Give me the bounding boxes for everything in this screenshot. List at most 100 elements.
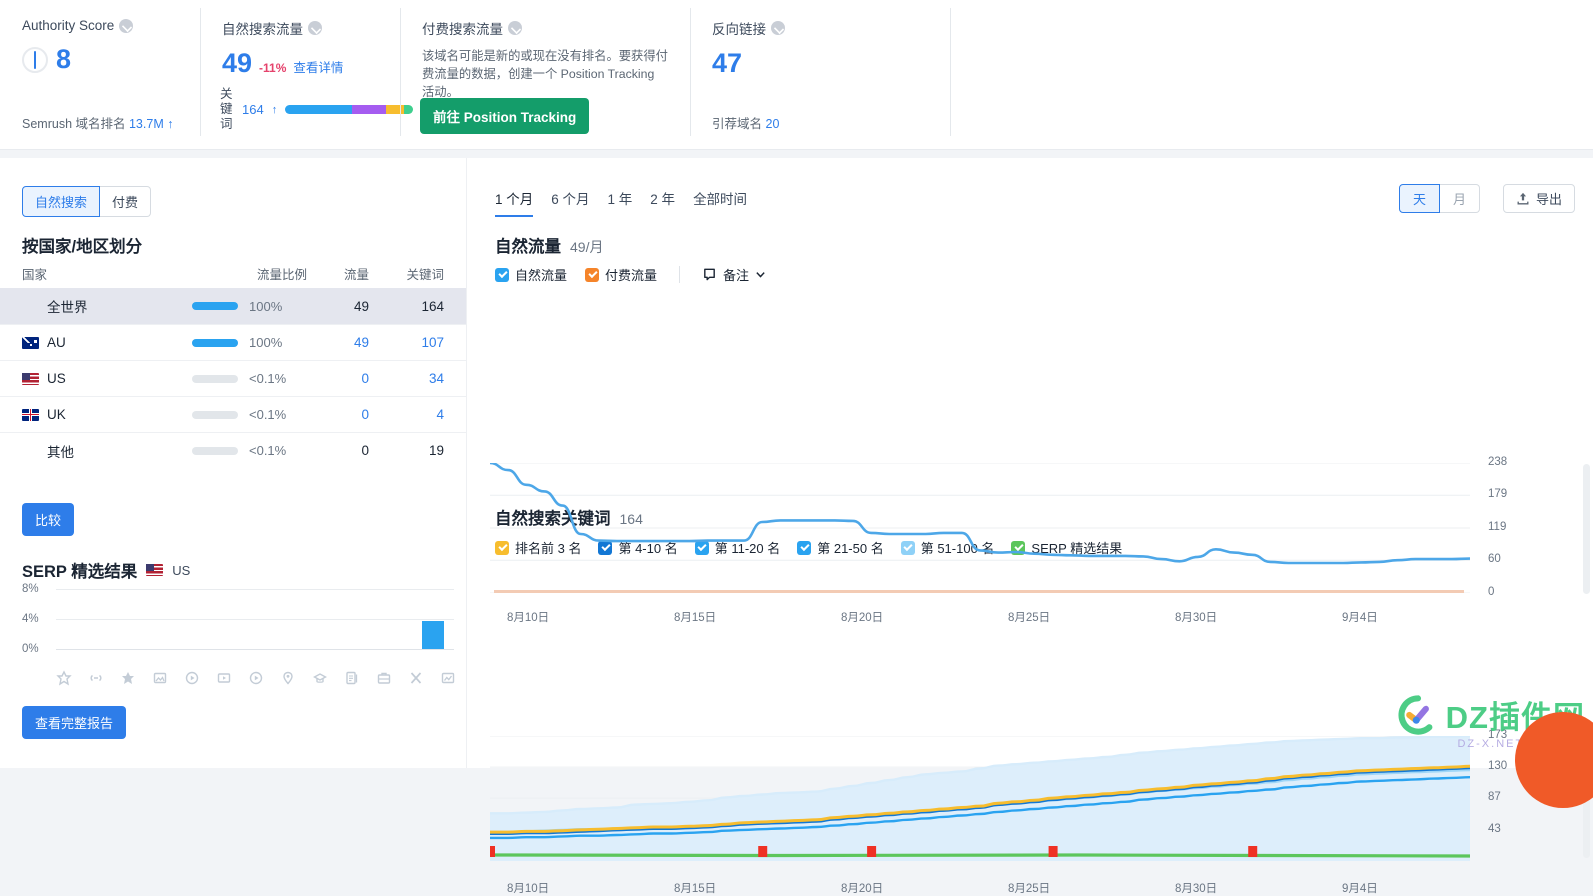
y-tick-label: 60 — [1488, 553, 1501, 566]
period-tab-3[interactable]: 2 年 — [650, 188, 675, 217]
period-tab-2[interactable]: 1 年 — [608, 188, 633, 217]
serp-features-title-row: SERP 精选结果 US — [22, 558, 190, 582]
chart1-scrollbar[interactable] — [1583, 464, 1590, 594]
note-marker[interactable] — [758, 846, 768, 857]
y-tick-label: 173 — [1488, 729, 1508, 741]
serp-feature-icons — [56, 670, 456, 686]
legend-item-1[interactable]: 付费流量 — [585, 265, 657, 284]
period-tab-0[interactable]: 1 个月 — [495, 188, 534, 217]
info-icon[interactable] — [508, 21, 522, 35]
organic-details-link[interactable]: 查看详情 — [293, 57, 343, 76]
col-header-traffic: 流量 — [343, 267, 369, 282]
y-tick-label: 43 — [1488, 822, 1501, 835]
reviews-icon[interactable] — [120, 670, 136, 686]
sitelink-icon[interactable] — [88, 670, 104, 686]
backlinks-value-row: 47 — [712, 50, 930, 77]
period-tabs[interactable]: 1 个月 6 个月 1 年 2 年全部时间 — [495, 188, 747, 217]
row-traffic: 0 — [361, 371, 369, 386]
knowledge-panel-icon[interactable] — [312, 670, 328, 686]
y-tick-label: 87 — [1488, 791, 1501, 804]
paid-traffic-title: 付费搜索流量 — [422, 18, 670, 38]
legend-checkbox[interactable] — [585, 267, 600, 282]
search-type-segmented-control[interactable]: 自然搜索 付费 — [22, 186, 152, 217]
note-marker[interactable] — [867, 846, 877, 857]
table-row[interactable]: 其他 <0.1% 0 19 — [0, 432, 466, 468]
organic-traffic-legend[interactable]: 自然流量 付费流量 备注 — [495, 265, 766, 284]
local-pack-icon[interactable] — [280, 670, 296, 686]
row-country: US — [22, 371, 192, 386]
serp-feature-bar[interactable] — [422, 621, 444, 649]
note-marker[interactable] — [486, 846, 495, 857]
us-flag-icon — [22, 372, 39, 385]
row-traffic: 49 — [353, 298, 369, 314]
semrush-rank-footer: Semrush 域名排名 13.7M ↑ — [22, 113, 173, 132]
featured-video-icon[interactable] — [248, 670, 264, 686]
info-icon[interactable] — [119, 18, 134, 33]
jobs-icon[interactable] — [376, 670, 392, 686]
legend-item-0[interactable]: 自然流量 — [495, 265, 567, 284]
row-country: AU — [22, 335, 192, 350]
granularity-option-1[interactable]: 月 — [1439, 184, 1480, 213]
image-pack-icon[interactable] — [152, 670, 168, 686]
granularity-option-0[interactable]: 天 — [1398, 184, 1440, 213]
faq-icon[interactable] — [344, 670, 360, 686]
organic-traffic-title: 自然搜索流量 — [222, 18, 380, 38]
metric-panel-spacer — [950, 0, 1593, 150]
x-tick-label: 8月25日 — [1008, 612, 1051, 624]
y-tick-label: 179 — [1488, 488, 1508, 501]
organic-traffic-label: 自然搜索流量 — [222, 22, 303, 37]
serp-feature-line — [489, 853, 1471, 858]
row-country-label: AU — [47, 335, 66, 350]
row-share: <0.1% — [192, 443, 307, 458]
row-country: 全世界 — [22, 296, 192, 316]
instant-answer-icon[interactable] — [440, 670, 456, 686]
featured-snippet-icon[interactable] — [56, 670, 72, 686]
legend-checkbox[interactable] — [495, 267, 509, 282]
referring-domains-footer: 引荐域名 20 — [712, 113, 779, 132]
table-row[interactable]: 全世界 100% 49 164 — [0, 288, 466, 324]
keyword-bar-segment-1 — [351, 105, 387, 114]
video-icon[interactable] — [184, 670, 200, 686]
serp-country-label: US — [172, 562, 191, 578]
full-report-button[interactable]: 查看完整报告 — [22, 706, 127, 739]
serp-features-title: SERP 精选结果 — [22, 563, 138, 581]
semrush-rank-value: 13.7M — [128, 117, 164, 131]
y-tick-label: 238 — [1488, 456, 1508, 468]
paid-traffic-description: 该域名可能是新的或现在没有排名。要获得付费流量的数据，创建一个 Position… — [422, 49, 668, 100]
note-marker[interactable] — [1048, 846, 1058, 857]
info-icon[interactable] — [308, 21, 322, 35]
compare-button[interactable]: 比较 — [22, 503, 75, 536]
legend-label: 付费流量 — [605, 268, 658, 283]
search-type-option-1[interactable]: 付费 — [100, 186, 152, 217]
note-marker[interactable] — [1248, 846, 1258, 857]
row-share-text: 100% — [249, 335, 283, 350]
keyword-bar-segment-0 — [285, 105, 352, 114]
country-table: 国家 流量比例 流量 关键词 全世界 100% 49 164 AU 100% 49 107 US… — [0, 258, 466, 468]
serp-ytick-8: 8% — [22, 583, 39, 595]
search-type-option-0[interactable]: 自然搜索 — [22, 186, 101, 217]
row-share: <0.1% — [192, 371, 307, 386]
col-header-keywords: 关键词 — [406, 267, 444, 282]
table-row[interactable]: UK <0.1% 0 4 — [0, 396, 466, 432]
row-keywords: 19 — [428, 443, 444, 458]
organic-traffic-value-row: 49 -11% 查看详情 — [222, 50, 380, 77]
table-row[interactable]: US <0.1% 0 34 — [0, 360, 466, 396]
export-button[interactable]: 导出 — [1502, 184, 1575, 213]
twitter-x-icon[interactable] — [408, 670, 424, 686]
chevron-down-icon — [756, 272, 765, 278]
position-tracking-button[interactable]: 前往 Position Tracking — [420, 98, 590, 134]
export-label: 导出 — [1535, 192, 1562, 207]
table-row[interactable]: AU 100% 49 107 — [0, 324, 466, 360]
row-traffic: 49 — [353, 335, 369, 350]
authority-score-title: Authority Score — [22, 18, 180, 33]
top-metrics-panel: Authority Score 8 Semrush 域名排名 13.7M ↑ 自… — [0, 0, 1593, 150]
info-icon[interactable] — [771, 21, 785, 35]
notes-dropdown[interactable]: 备注 — [702, 265, 766, 284]
referring-domains-value: 20 — [765, 117, 780, 131]
day-month-toggle[interactable]: 天月 — [1398, 184, 1480, 213]
video-carousel-icon[interactable] — [216, 670, 232, 686]
period-tab-4[interactable]: 全部时间 — [693, 188, 747, 217]
row-share-text: <0.1% — [249, 407, 287, 422]
period-tab-1[interactable]: 6 个月 — [551, 188, 589, 217]
y-tick-label: 119 — [1488, 521, 1507, 533]
